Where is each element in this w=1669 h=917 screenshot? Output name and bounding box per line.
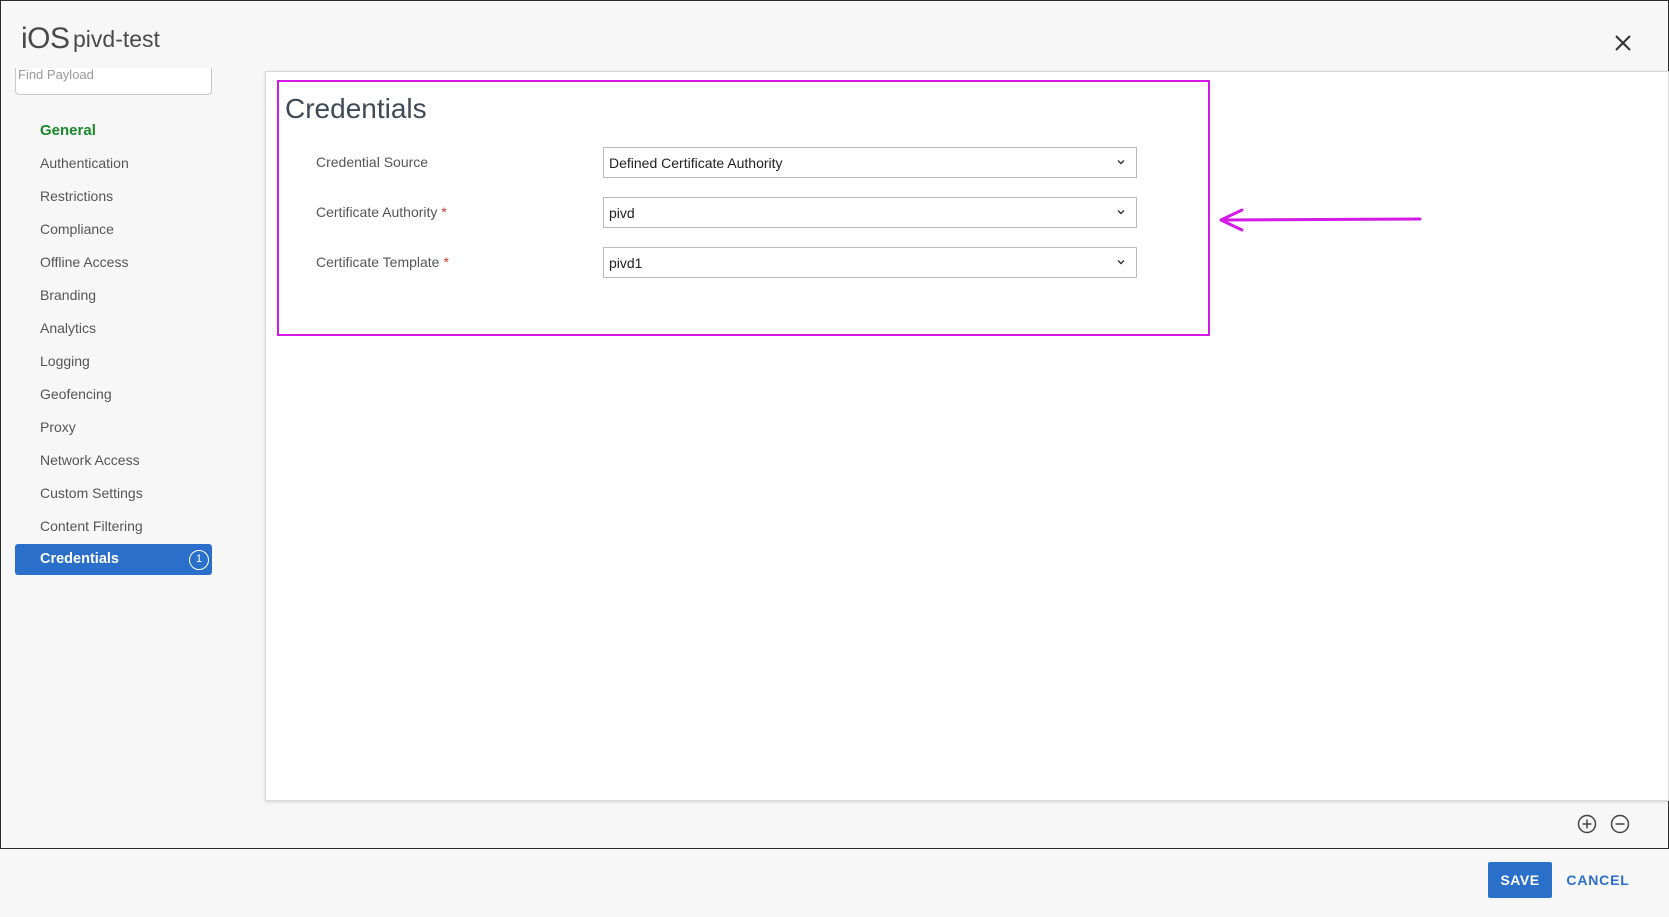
sidebar-item-authentication[interactable]: Authentication (15, 147, 212, 180)
payload-sidebar: General Authentication Restrictions Comp… (15, 114, 212, 575)
sidebar-item-credentials[interactable]: Credentials 1 (15, 544, 212, 575)
sidebar-item-network-access[interactable]: Network Access (15, 444, 212, 477)
cancel-button[interactable]: CANCEL (1560, 862, 1636, 898)
save-button[interactable]: SAVE (1488, 862, 1552, 898)
zoom-out-button[interactable] (1609, 813, 1631, 835)
close-button[interactable] (1610, 30, 1636, 56)
credential-source-label: Credential Source (316, 154, 428, 170)
profile-title: pivd-test (73, 26, 160, 52)
field-label-text: Certificate Authority (316, 204, 438, 220)
platform-label: iOS (21, 22, 70, 55)
sidebar-item-restrictions[interactable]: Restrictions (15, 180, 212, 213)
arrow-left-icon (1219, 208, 1422, 232)
section-title: Credentials (285, 93, 427, 124)
sidebar-item-compliance[interactable]: Compliance (15, 213, 212, 246)
required-asterisk: * (441, 204, 447, 220)
required-asterisk: * (443, 254, 449, 270)
select-value: Defined Certificate Authority (609, 155, 783, 171)
minus-circle-icon (1610, 814, 1630, 834)
select-value: pivd1 (609, 255, 643, 271)
zoom-in-button[interactable] (1576, 813, 1598, 835)
certificate-authority-select[interactable]: pivd (603, 197, 1137, 228)
certificate-template-select[interactable]: pivd1 (603, 247, 1137, 278)
sidebar-item-custom-settings[interactable]: Custom Settings (15, 477, 212, 510)
chevron-down-icon (1117, 260, 1125, 265)
sidebar-item-logging[interactable]: Logging (15, 345, 212, 378)
sidebar-item-offline-access[interactable]: Offline Access (15, 246, 212, 279)
sidebar-item-label: Credentials (40, 551, 119, 567)
field-label-text: Certificate Template (316, 254, 440, 270)
credential-source-select[interactable]: Defined Certificate Authority (603, 147, 1137, 178)
sidebar-item-content-filtering[interactable]: Content Filtering (15, 510, 212, 543)
select-value: pivd (609, 205, 635, 221)
field-label-text: Credential Source (316, 154, 429, 170)
chevron-down-icon (1117, 210, 1125, 215)
certificate-authority-label: Certificate Authority * (316, 204, 447, 220)
sidebar-item-general[interactable]: General (15, 114, 212, 147)
close-icon (1615, 35, 1631, 51)
certificate-template-label: Certificate Template * (316, 254, 449, 270)
count-badge: 1 (189, 550, 209, 570)
sidebar-item-geofencing[interactable]: Geofencing (15, 378, 212, 411)
modal-footer (0, 848, 1669, 917)
sidebar-item-branding[interactable]: Branding (15, 279, 212, 312)
sidebar-item-proxy[interactable]: Proxy (15, 411, 212, 444)
chevron-down-icon (1117, 160, 1125, 165)
search-input[interactable] (16, 64, 211, 84)
sidebar-item-analytics[interactable]: Analytics (15, 312, 212, 345)
plus-circle-icon (1577, 814, 1597, 834)
find-payload-search (15, 64, 212, 95)
